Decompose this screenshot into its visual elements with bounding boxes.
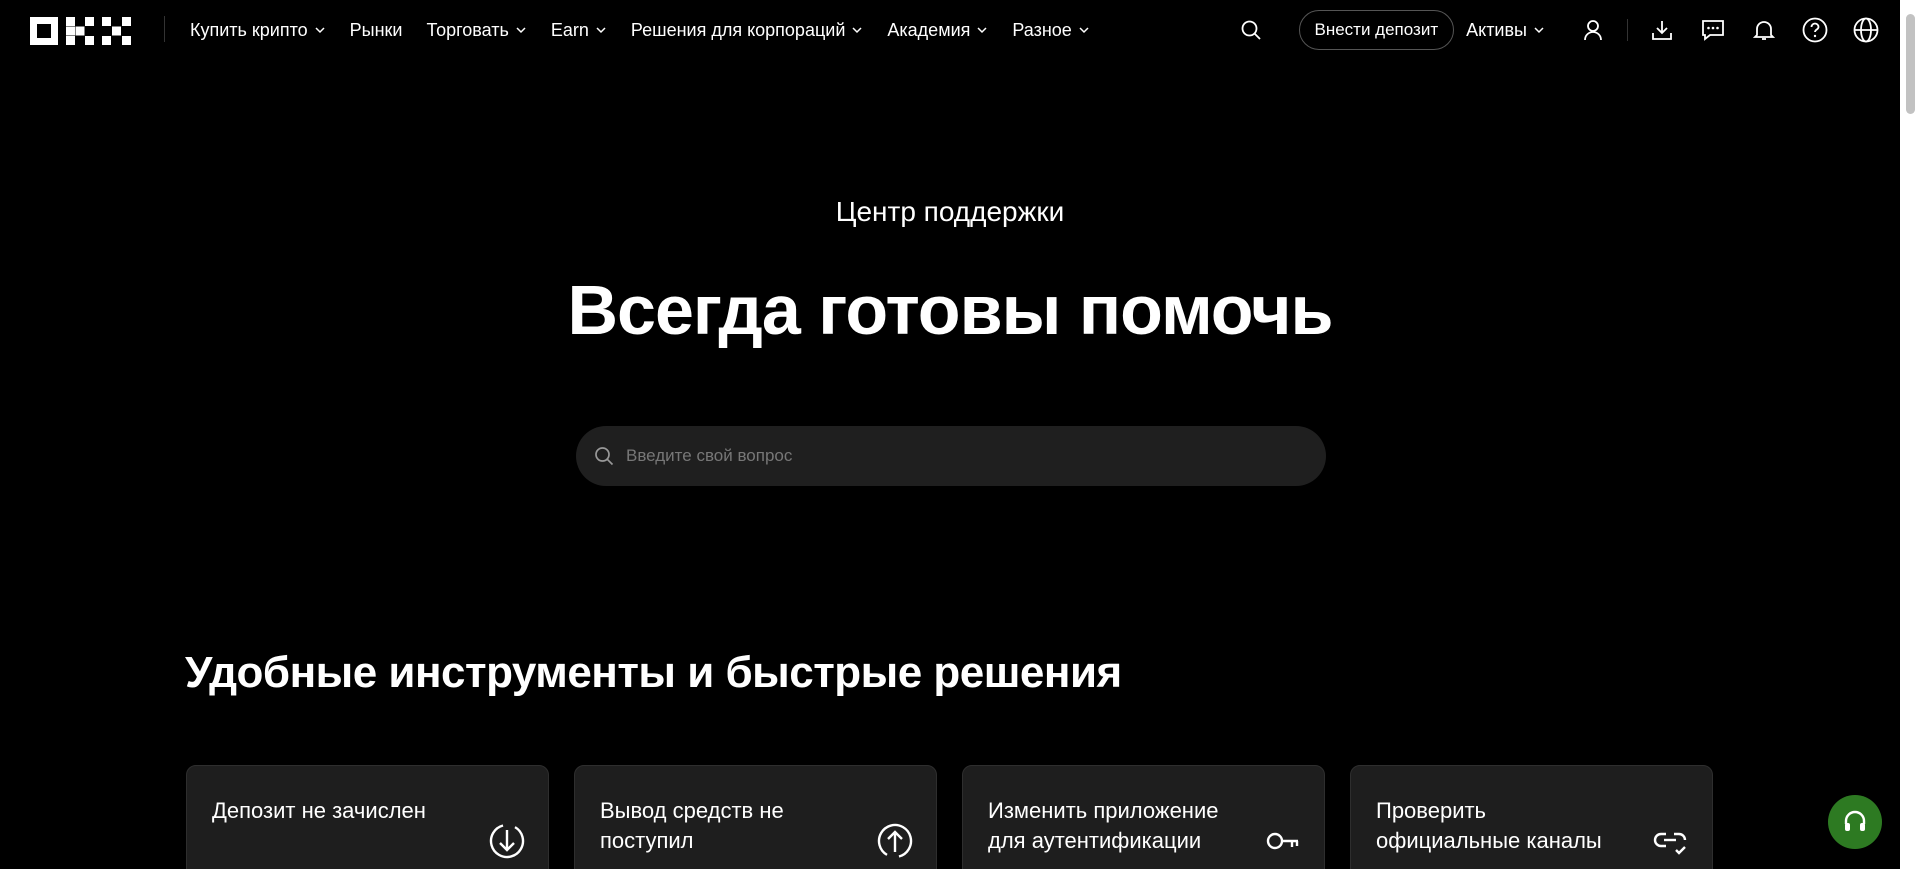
nav-corporate-solutions[interactable]: Решения для корпораций [631, 20, 863, 41]
user-icon [1584, 20, 1602, 41]
withdraw-arrow-icon [877, 823, 913, 859]
nav-earn[interactable]: Earn [551, 20, 607, 41]
card-label: Вывод средств не поступил [600, 798, 784, 853]
bell-icon [1753, 21, 1775, 40]
card-label: Изменить приложение для аутентификации [988, 798, 1219, 853]
nav-misc[interactable]: Разное [1012, 20, 1089, 41]
chevron-down-icon [516, 27, 526, 34]
nav-markets[interactable]: Рынки [350, 20, 403, 41]
messages-button[interactable] [1699, 16, 1727, 44]
header-divider [1627, 19, 1628, 41]
chevron-down-icon [596, 27, 606, 34]
tools-section-title: Удобные инструменты и быстрые решения [185, 648, 1122, 697]
page-title: Всегда готовы помочь [567, 271, 1333, 349]
card-label: Проверить официальные каналы [1376, 798, 1602, 853]
nav-label: Решения для корпораций [630, 19, 846, 40]
chevron-down-icon [977, 27, 987, 34]
deposit-arrow-icon [489, 823, 525, 859]
chevron-down-icon [1534, 27, 1544, 34]
help-icon [1802, 17, 1828, 43]
scrollbar-thumb[interactable] [1906, 14, 1915, 114]
download-icon [1652, 21, 1672, 40]
main-nav: Купить крипто Рынки Торговать Earn Решен… [190, 0, 1114, 60]
account-button[interactable] [1579, 16, 1607, 44]
support-search-bar[interactable] [576, 426, 1326, 486]
language-button[interactable] [1852, 16, 1880, 44]
nav-academy[interactable]: Академия [887, 20, 988, 41]
page-subtitle: Центр поддержки [835, 196, 1065, 227]
tool-card-verify-official-channels[interactable]: Проверить официальные каналы [1350, 765, 1713, 869]
nav-label: Earn [550, 19, 589, 40]
tool-card-deposit-not-credited[interactable]: Депозит не зачислен [186, 765, 549, 869]
assets-dropdown[interactable]: Активы [1466, 20, 1545, 41]
globe-icon [1853, 17, 1879, 43]
top-navigation-bar: Купить крипто Рынки Торговать Earn Решен… [0, 0, 1900, 60]
chat-icon [1702, 20, 1724, 41]
nav-label: Торговать [426, 19, 509, 40]
quick-tools-list: Депозит не зачислен Вывод средств не пос… [186, 765, 1713, 869]
okx-logo[interactable] [30, 17, 131, 45]
search-icon [595, 447, 614, 466]
tool-card-change-authenticator[interactable]: Изменить приложение для аутентификации [962, 765, 1325, 869]
support-chat-button[interactable] [1828, 795, 1882, 849]
chevron-down-icon [315, 27, 325, 34]
download-app-button[interactable] [1648, 16, 1676, 44]
nav-label: Рынки [349, 19, 403, 40]
key-icon [1266, 832, 1299, 850]
search-icon [1241, 20, 1261, 40]
support-search-input[interactable] [626, 446, 1306, 466]
logo-divider [164, 16, 165, 42]
nav-buy-crypto[interactable]: Купить крипто [190, 20, 326, 41]
nav-label: Купить крипто [190, 19, 308, 40]
deposit-button[interactable]: Внести депозит [1298, 10, 1455, 50]
header-tools: Внести депозит Активы [1237, 0, 1881, 60]
tool-card-withdrawal-not-received[interactable]: Вывод средств не поступил [574, 765, 937, 869]
search-button[interactable] [1237, 16, 1265, 44]
assets-label: Активы [1466, 19, 1527, 40]
page-scrollbar[interactable] [1900, 0, 1920, 869]
card-label: Депозит не зачислен [212, 798, 426, 823]
nav-trade[interactable]: Торговать [426, 20, 526, 41]
headset-icon [1844, 810, 1866, 831]
help-button[interactable] [1801, 16, 1829, 44]
nav-label: Академия [887, 19, 971, 40]
nav-label: Разное [1012, 19, 1072, 40]
notifications-button[interactable] [1750, 16, 1778, 44]
link-check-icon [1653, 832, 1687, 855]
chevron-down-icon [852, 27, 862, 34]
chevron-down-icon [1079, 27, 1089, 34]
